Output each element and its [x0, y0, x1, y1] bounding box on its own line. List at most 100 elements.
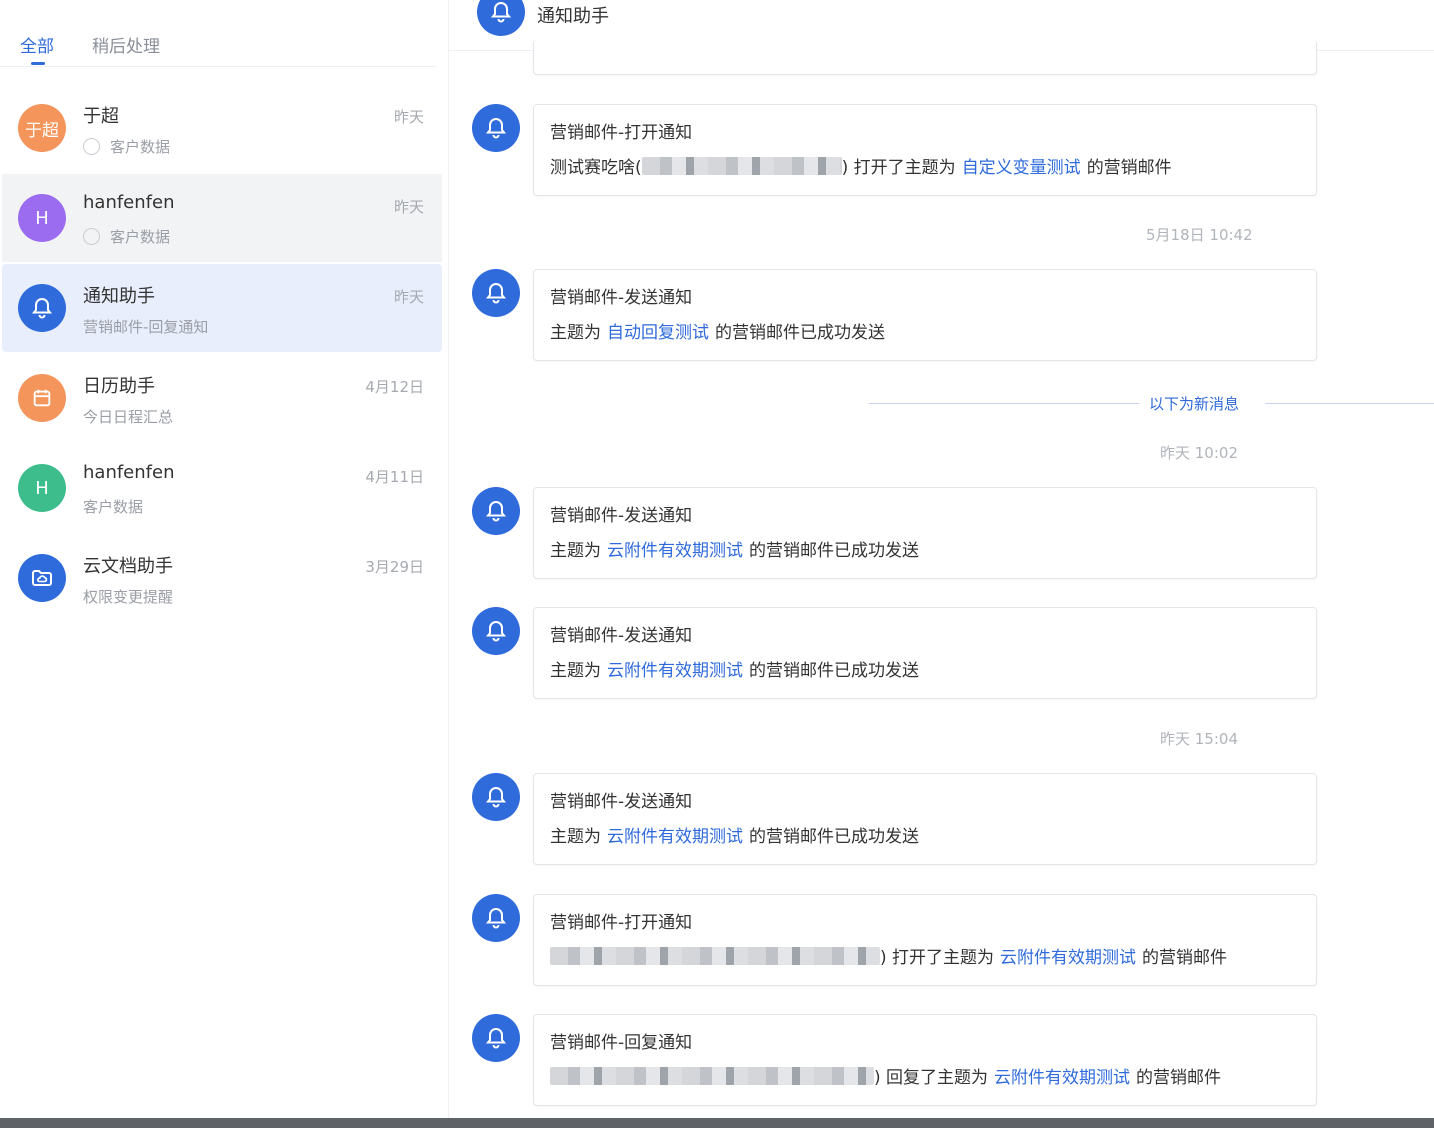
conversation-time: 4月11日 [365, 468, 424, 486]
message-suffix: 的营销邮件 [1086, 158, 1172, 178]
conversation-subtitle: 客户数据 [83, 226, 170, 247]
avatar: H [18, 464, 66, 512]
subject-link[interactable]: 自动回复测试 [607, 318, 709, 343]
subject-link[interactable]: 云附件有效期测试 [607, 822, 743, 847]
message-card: 营销邮件-回复通知 ) 回复了主题为 云附件有效期测试 的营销邮件 [533, 1014, 1317, 1106]
message-card: 营销邮件-发送通知 主题为 自动回复测试 的营销邮件已成功发送 [533, 269, 1317, 361]
message-title: 营销邮件-发送通知 [550, 288, 693, 308]
conversation-preview: 客户数据 [110, 138, 171, 156]
bell-icon [472, 104, 520, 152]
message-suffix: 的营销邮件已成功发送 [749, 541, 919, 561]
message-body: 主题为 云附件有效期测试 的营销邮件已成功发送 [550, 656, 919, 681]
message-card: 营销邮件-发送通知 主题为 云附件有效期测试 的营销邮件已成功发送 [533, 607, 1317, 699]
conversation-list-pane: 全部 稍后处理 于超 于超 客户数据 昨天 H hanfenfen 客户数据 昨… [0, 0, 448, 1118]
message-suffix: 的营销邮件已成功发送 [749, 827, 919, 847]
new-messages-label: 以下为新消息 [1149, 395, 1240, 413]
conversation-preview: 客户数据 [83, 498, 144, 516]
message-prefix: 主题为 [550, 323, 601, 343]
calendar-icon [18, 374, 66, 422]
message-body: 主题为 云附件有效期测试 的营销邮件已成功发送 [550, 822, 919, 847]
timestamp: 昨天 10:02 [1160, 444, 1238, 462]
subject-link[interactable]: 云附件有效期测试 [994, 1063, 1130, 1088]
conversation-time: 3月29日 [365, 558, 424, 576]
message-suffix: 的营销邮件已成功发送 [715, 323, 885, 343]
message-title: 营销邮件-回复通知 [550, 1033, 693, 1053]
conversation-preview: 营销邮件-回复通知 [83, 318, 209, 336]
message-title: 营销邮件-打开通知 [550, 913, 693, 933]
cloud-folder-icon [18, 554, 66, 602]
message-card: 营销邮件-发送通知 主题为 云附件有效期测试 的营销邮件已成功发送 [533, 487, 1317, 579]
tab-bar: 全部 稍后处理 [0, 0, 436, 67]
conversation-item[interactable]: 云文档助手 权限变更提醒 3月29日 [2, 534, 442, 622]
select-radio[interactable] [83, 228, 100, 245]
avatar: 于超 [18, 104, 66, 152]
bell-icon [472, 487, 520, 535]
conversation-name: 通知助手 [83, 286, 155, 307]
avatar: H [18, 194, 66, 242]
message-card: 营销邮件-发送通知 主题为 云附件有效期测试 的营销邮件已成功发送 [533, 773, 1317, 865]
message-action: ) 打开了主题为 [880, 948, 995, 968]
conversation-item[interactable]: 通知助手 营销邮件-回复通知 昨天 [2, 264, 442, 352]
message-title: 营销邮件-发送通知 [550, 792, 693, 812]
conversation-item[interactable]: 日历助手 今日日程汇总 4月12日 [2, 354, 442, 442]
select-radio[interactable] [83, 138, 100, 155]
bell-icon [472, 269, 520, 317]
subject-link[interactable]: 云附件有效期测试 [1000, 943, 1136, 968]
new-messages-divider: 以下为新消息 [449, 395, 1434, 413]
message-suffix: 的营销邮件 [1136, 1068, 1222, 1088]
message-action: ) 打开了主题为 [841, 158, 956, 178]
message-card: 营销邮件-打开通知 测试赛吃啥( ) 打开了主题为 自定义变量测试 的营销邮件 [533, 104, 1317, 196]
message-card: 营销邮件-打开通知 ) 打开了主题为 云附件有效期测试 的营销邮件 [533, 894, 1317, 986]
bell-icon [472, 894, 520, 942]
conversation-preview: 客户数据 [110, 228, 171, 246]
conversation-name: hanfenfen [83, 462, 175, 483]
subject-link[interactable]: 云附件有效期测试 [607, 536, 743, 561]
active-tab-indicator [31, 62, 45, 65]
message-body: ) 回复了主题为 云附件有效期测试 的营销邮件 [550, 1063, 1221, 1088]
conversation-name: 于超 [83, 106, 119, 127]
conversation-preview: 权限变更提醒 [83, 588, 174, 606]
conversation-time: 昨天 [393, 288, 424, 306]
conversation-time: 昨天 [393, 198, 424, 216]
message-body: 主题为 云附件有效期测试 的营销邮件已成功发送 [550, 536, 919, 561]
conversation-name: 云文档助手 [83, 556, 173, 577]
conversation-item[interactable]: 于超 于超 客户数据 昨天 [2, 84, 442, 172]
message-body: 主题为 自动回复测试 的营销邮件已成功发送 [550, 318, 885, 343]
bell-icon [472, 773, 520, 821]
bell-icon [477, 0, 525, 36]
redacted-email [550, 1066, 874, 1085]
subject-link[interactable]: 云附件有效期测试 [607, 656, 743, 681]
conversation-item[interactable]: H hanfenfen 客户数据 昨天 [2, 174, 442, 262]
message-prefix: 主题为 [550, 827, 601, 847]
message-prefix: 主题为 [550, 661, 601, 681]
message-suffix: 的营销邮件已成功发送 [749, 661, 919, 681]
conversation-preview: 今日日程汇总 [83, 408, 174, 426]
timestamp: 5月18日 10:42 [1146, 226, 1253, 244]
subject-link[interactable]: 自定义变量测试 [962, 153, 1081, 178]
chat-pane: 通知助手 营销邮件-打开通知 测试赛吃啥( ) 打开了主题为 自定义变量测试 的… [449, 0, 1434, 1118]
conversation-time: 4月12日 [365, 378, 424, 396]
message-body: 测试赛吃啥( ) 打开了主题为 自定义变量测试 的营销邮件 [550, 153, 1172, 178]
conversation-time: 昨天 [393, 108, 424, 126]
message-title: 营销邮件-发送通知 [550, 626, 693, 646]
tab-later[interactable]: 稍后处理 [92, 32, 160, 57]
bottom-bar [0, 1118, 1434, 1128]
redacted-email [550, 946, 880, 965]
bell-icon [472, 1014, 520, 1062]
message-card [533, 40, 1317, 75]
redacted-email [641, 156, 842, 175]
message-action: ) 回复了主题为 [874, 1068, 989, 1088]
chat-title: 通知助手 [537, 6, 609, 27]
message-suffix: 的营销邮件 [1142, 948, 1228, 968]
conversation-name: hanfenfen [83, 192, 175, 213]
conversation-subtitle: 客户数据 [83, 136, 170, 157]
bell-icon [472, 607, 520, 655]
conversation-item[interactable]: H hanfenfen 客户数据 4月11日 [2, 444, 442, 532]
timestamp: 昨天 15:04 [1160, 730, 1238, 748]
message-title: 营销邮件-发送通知 [550, 506, 693, 526]
bell-icon [18, 284, 66, 332]
tab-all[interactable]: 全部 [20, 32, 54, 57]
message-prefix: 主题为 [550, 541, 601, 561]
message-title: 营销邮件-打开通知 [550, 123, 693, 143]
conversation-name: 日历助手 [83, 376, 155, 397]
